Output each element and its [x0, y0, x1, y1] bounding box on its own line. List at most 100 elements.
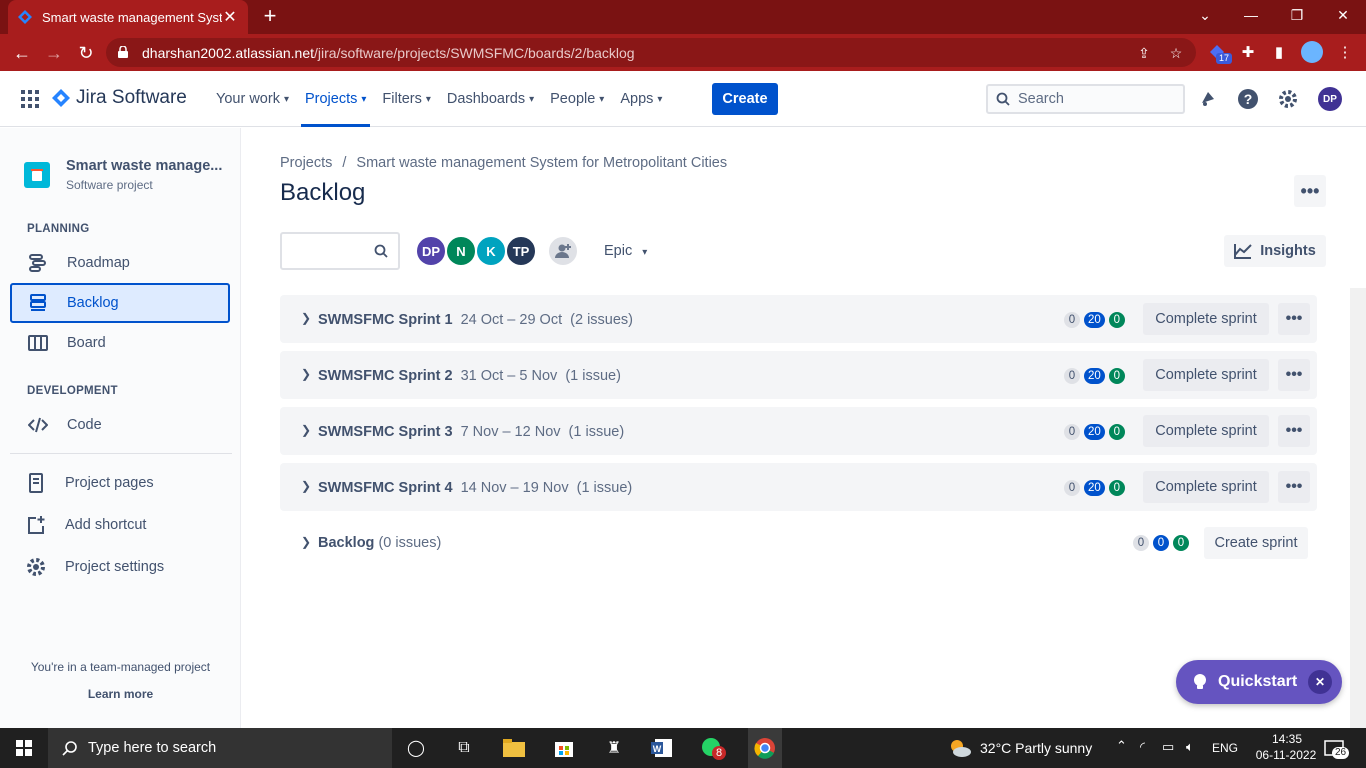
extensions-puzzle-icon[interactable]: ✚: [1237, 41, 1259, 63]
nav-filters[interactable]: Filters ▾: [374, 71, 439, 127]
sprint-row[interactable]: ❯ SWMSFMC Sprint 3 7 Nov – 12 Nov (1 iss…: [280, 407, 1317, 455]
chevron-right-icon[interactable]: ❯: [301, 311, 311, 325]
sprint-name: SWMSFMC Sprint 2 31 Oct – 5 Nov (1 issue…: [318, 368, 621, 384]
notifications-icon[interactable]: [1196, 87, 1220, 111]
sprint-dates: 7 Nov – 12 Nov: [460, 424, 561, 440]
create-button[interactable]: Create: [712, 83, 778, 115]
breadcrumb-projects[interactable]: Projects: [280, 155, 332, 171]
back-button[interactable]: ←: [9, 40, 35, 66]
close-tab-icon[interactable]: ✕: [222, 7, 238, 27]
word-icon[interactable]: W: [650, 736, 674, 760]
chevron-right-icon[interactable]: ❯: [301, 367, 311, 381]
epic-filter-dropdown[interactable]: Epic ▾: [604, 243, 647, 259]
jira-logo[interactable]: Jira Software: [52, 87, 187, 109]
volume-icon[interactable]: 🔈︎: [1186, 739, 1194, 755]
sprint-more-button[interactable]: •••: [1278, 415, 1310, 447]
app-switcher-icon[interactable]: [20, 89, 40, 109]
learn-more-link[interactable]: Learn more: [0, 687, 241, 701]
bookmark-star-icon[interactable]: ☆: [1168, 45, 1184, 61]
battery-icon[interactable]: ▭: [1162, 739, 1174, 755]
sidebar-item-project-pages[interactable]: Project pages: [10, 463, 230, 503]
task-view-icon[interactable]: ⧉: [452, 736, 476, 760]
insights-button[interactable]: Insights: [1224, 235, 1326, 267]
complete-sprint-button[interactable]: Complete sprint: [1143, 471, 1269, 503]
project-header[interactable]: Smart waste manage... Software project: [24, 158, 222, 192]
chevron-right-icon[interactable]: ❯: [301, 535, 311, 549]
quickstart-button[interactable]: Quickstart ✕: [1176, 660, 1342, 704]
tab-search-icon[interactable]: ⌄: [1182, 0, 1228, 30]
backlog-issue-count: (0 issues): [378, 535, 442, 551]
backlog-search-input[interactable]: [280, 232, 400, 270]
sidebar-item-project-settings[interactable]: Project settings: [10, 547, 230, 587]
sprint-row[interactable]: ❯ SWMSFMC Sprint 4 14 Nov – 19 Nov (1 is…: [280, 463, 1317, 511]
more-actions-button[interactable]: •••: [1294, 175, 1326, 207]
sprint-row[interactable]: ❯ SWMSFMC Sprint 2 31 Oct – 5 Nov (1 iss…: [280, 351, 1317, 399]
side-panel-icon[interactable]: ▮: [1268, 41, 1290, 63]
nav-projects[interactable]: Projects ▾: [297, 71, 374, 127]
extension-icon[interactable]: 17: [1206, 41, 1233, 64]
sidebar-item-add-shortcut[interactable]: Add shortcut: [10, 505, 230, 545]
reload-button[interactable]: ↻: [73, 40, 99, 66]
language-indicator[interactable]: ENG: [1212, 741, 1238, 755]
settings-gear-icon[interactable]: [1276, 87, 1300, 111]
complete-sprint-button[interactable]: Complete sprint: [1143, 415, 1269, 447]
file-explorer-icon[interactable]: [502, 736, 526, 760]
browser-menu-icon[interactable]: ⋮: [1334, 41, 1356, 63]
sidebar-item-board[interactable]: Board: [10, 323, 230, 363]
search-placeholder: Search: [1018, 91, 1064, 107]
network-icon[interactable]: ◜: [1140, 739, 1145, 755]
forward-button[interactable]: →: [41, 40, 67, 66]
sprint-name: SWMSFMC Sprint 1 24 Oct – 29 Oct (2 issu…: [318, 312, 633, 328]
sidebar-item-roadmap[interactable]: Roadmap: [10, 243, 230, 283]
complete-sprint-button[interactable]: Complete sprint: [1143, 359, 1269, 391]
close-window-button[interactable]: ✕: [1320, 0, 1366, 30]
search-input[interactable]: Search: [986, 84, 1185, 114]
sprint-more-button[interactable]: •••: [1278, 359, 1310, 391]
game-app-icon[interactable]: ♜: [602, 736, 626, 760]
chevron-right-icon[interactable]: ❯: [301, 423, 311, 437]
taskbar-search[interactable]: Type here to search: [48, 728, 392, 768]
svg-text:W: W: [653, 744, 662, 754]
breadcrumb-project[interactable]: Smart waste management System for Metrop…: [356, 155, 727, 171]
store-icon[interactable]: [552, 736, 576, 760]
restore-button[interactable]: ❐: [1274, 0, 1320, 30]
complete-sprint-button[interactable]: Complete sprint: [1143, 303, 1269, 335]
add-people-icon[interactable]: [547, 235, 579, 267]
sprint-more-button[interactable]: •••: [1278, 303, 1310, 335]
avatar-filter-tp[interactable]: TP: [505, 235, 537, 267]
backlog-row[interactable]: ❯ Backlog (0 issues) 0 0 0 Create sprint: [280, 527, 1317, 559]
nav-people[interactable]: People ▾: [542, 71, 612, 127]
clock-time[interactable]: 14:35: [1262, 732, 1312, 746]
profile-avatar[interactable]: [1301, 41, 1323, 63]
help-icon[interactable]: ?: [1236, 87, 1260, 111]
close-icon[interactable]: ✕: [1308, 670, 1332, 694]
new-tab-button[interactable]: +: [258, 5, 282, 29]
windows-start-icon[interactable]: [12, 736, 36, 760]
sidebar-item-code[interactable]: Code: [10, 405, 230, 445]
cortana-icon[interactable]: ◯: [404, 736, 428, 760]
chevron-right-icon[interactable]: ❯: [301, 479, 311, 493]
weather-icon[interactable]: [948, 736, 972, 760]
chrome-icon[interactable]: [748, 728, 782, 768]
sprint-more-button[interactable]: •••: [1278, 471, 1310, 503]
user-avatar[interactable]: DP: [1318, 87, 1342, 111]
whatsapp-icon[interactable]: 8: [700, 736, 727, 760]
create-sprint-button[interactable]: Create sprint: [1204, 527, 1308, 559]
notification-center-icon[interactable]: 26: [1322, 736, 1350, 760]
nav-apps[interactable]: Apps ▾: [612, 71, 670, 127]
address-bar[interactable]: dharshan2002.atlassian.net/jira/software…: [106, 38, 1196, 67]
browser-tab[interactable]: Smart waste management System for Metrop…: [8, 0, 248, 34]
avatar-filter-n[interactable]: N: [445, 235, 477, 267]
minimize-button[interactable]: —: [1228, 0, 1274, 30]
chevron-up-icon[interactable]: ⌃: [1116, 738, 1127, 754]
share-icon[interactable]: ⇪: [1136, 45, 1152, 61]
sidebar-item-backlog[interactable]: Backlog: [10, 283, 230, 323]
scrollbar[interactable]: [1350, 288, 1366, 728]
sprint-row[interactable]: ❯ SWMSFMC Sprint 1 24 Oct – 29 Oct (2 is…: [280, 295, 1317, 343]
clock-date[interactable]: 06-11-2022: [1248, 748, 1324, 762]
weather-text[interactable]: 32°C Partly sunny: [980, 740, 1092, 756]
nav-dashboards[interactable]: Dashboards ▾: [439, 71, 542, 127]
nav-your-work[interactable]: Your work ▾: [208, 71, 297, 127]
avatar-filter-dp[interactable]: DP: [415, 235, 447, 267]
avatar-filter-k[interactable]: K: [475, 235, 507, 267]
